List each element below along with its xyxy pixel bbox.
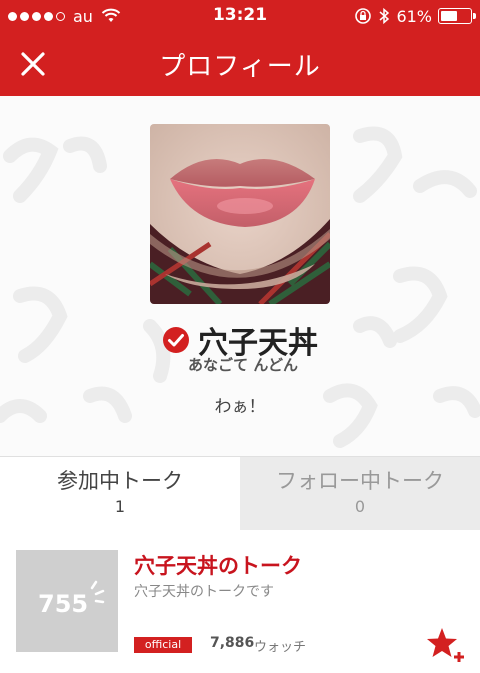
talk-tabs: 参加中トーク 1 フォロー中トーク 0 (0, 456, 480, 531)
battery-percent: 61% (396, 6, 432, 26)
official-badge: official (134, 637, 192, 653)
list-item[interactable]: 755 穴子天丼のトーク 穴子天丼のトークです official 7,886 ウ… (0, 530, 480, 673)
tab-label: 参加中トーク (57, 469, 183, 493)
profile-reading: あなごて んどん (188, 356, 298, 374)
bluetooth-icon (379, 7, 390, 25)
battery-icon (438, 8, 476, 24)
tab-joined-talks[interactable]: 参加中トーク 1 (0, 457, 240, 531)
page-title: プロフィール (159, 52, 321, 82)
status-bar: au 13:21 61% (0, 0, 480, 32)
tab-count: 1 (114, 497, 126, 516)
status-right: 61% (354, 6, 476, 26)
tab-count: 0 (354, 497, 366, 516)
tab-label: フォロー中トーク (276, 469, 444, 493)
talk-thumbnail: 755 (16, 550, 118, 652)
battery-level-fill (441, 11, 458, 21)
rotation-lock-icon (355, 8, 372, 24)
talk-title[interactable]: 穴子天丼のトーク (134, 550, 302, 580)
watch-label: ウォッチ (254, 640, 307, 655)
talk-description: 穴子天丼のトークです (134, 584, 274, 600)
star-plus-icon[interactable] (426, 626, 466, 662)
profile-bio: わぁ！ (214, 397, 266, 417)
check-circle-icon (163, 327, 189, 353)
watch-count: 7,886 (210, 635, 255, 651)
avatar (150, 124, 330, 304)
profile-header: 穴子天丼 あなごて んどん わぁ！ (0, 96, 480, 456)
thumbnail-logo-text: 755 (38, 590, 88, 618)
tab-following-talks[interactable]: フォロー中トーク 0 (240, 457, 480, 531)
nav-bar: プロフィール (0, 32, 480, 96)
